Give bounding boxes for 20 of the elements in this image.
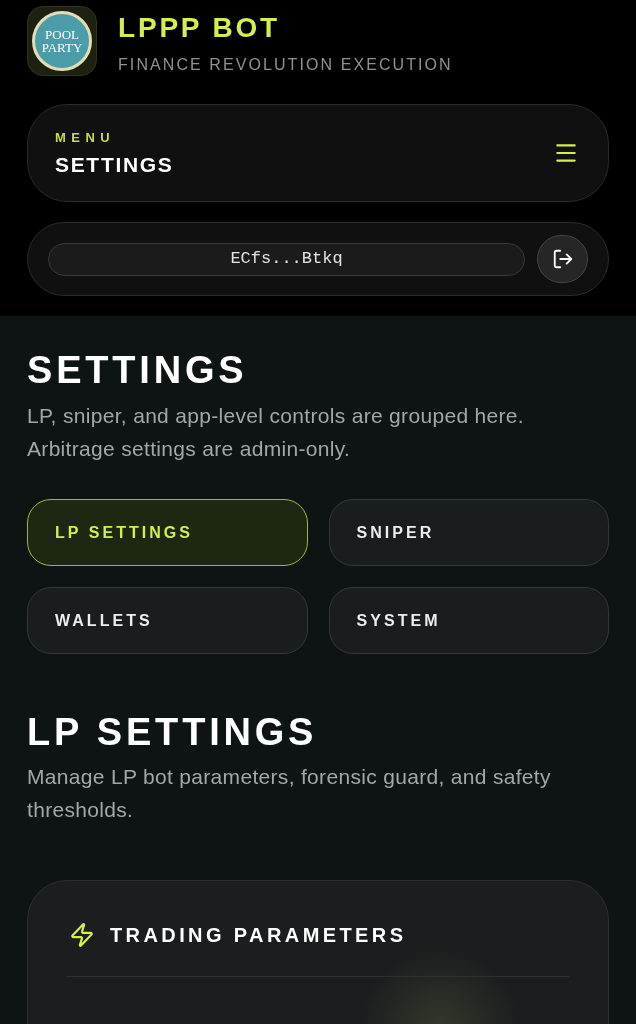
page-description: LP, sniper, and app-level controls are grouped here. Arbitrage settings are admin-only. (27, 403, 525, 462)
lightning-icon (69, 922, 95, 948)
logout-icon (551, 248, 574, 270)
page-title: SETTINGS (27, 351, 249, 389)
menu-bar[interactable]: MENU SETTINGS (27, 104, 609, 202)
menu-label: MENU (55, 129, 117, 146)
settings-tab[interactable]: LP SETTINGS (27, 499, 308, 566)
card-title: TRADING PARAMETERS (110, 923, 407, 947)
logout-button[interactable] (537, 235, 588, 283)
current-page-label: SETTINGS (55, 152, 174, 177)
logo-text: POOL (45, 28, 79, 41)
settings-tab[interactable]: SYSTEM (328, 587, 609, 654)
section-title: LP SETTINGS (27, 713, 319, 751)
settings-tab[interactable]: SNIPER (328, 499, 609, 566)
app-subtitle: FINANCE REVOLUTION EXECUTION (118, 56, 453, 74)
settings-tab[interactable]: WALLETS (27, 587, 308, 654)
wallet-address: ECfs...Btkq (230, 249, 343, 269)
app-title: LPPP BOT (118, 12, 281, 44)
section-description: Manage LP bot parameters, forensic guard, and safety thresholds. (27, 764, 552, 823)
logo-text: PARTY (41, 41, 83, 54)
